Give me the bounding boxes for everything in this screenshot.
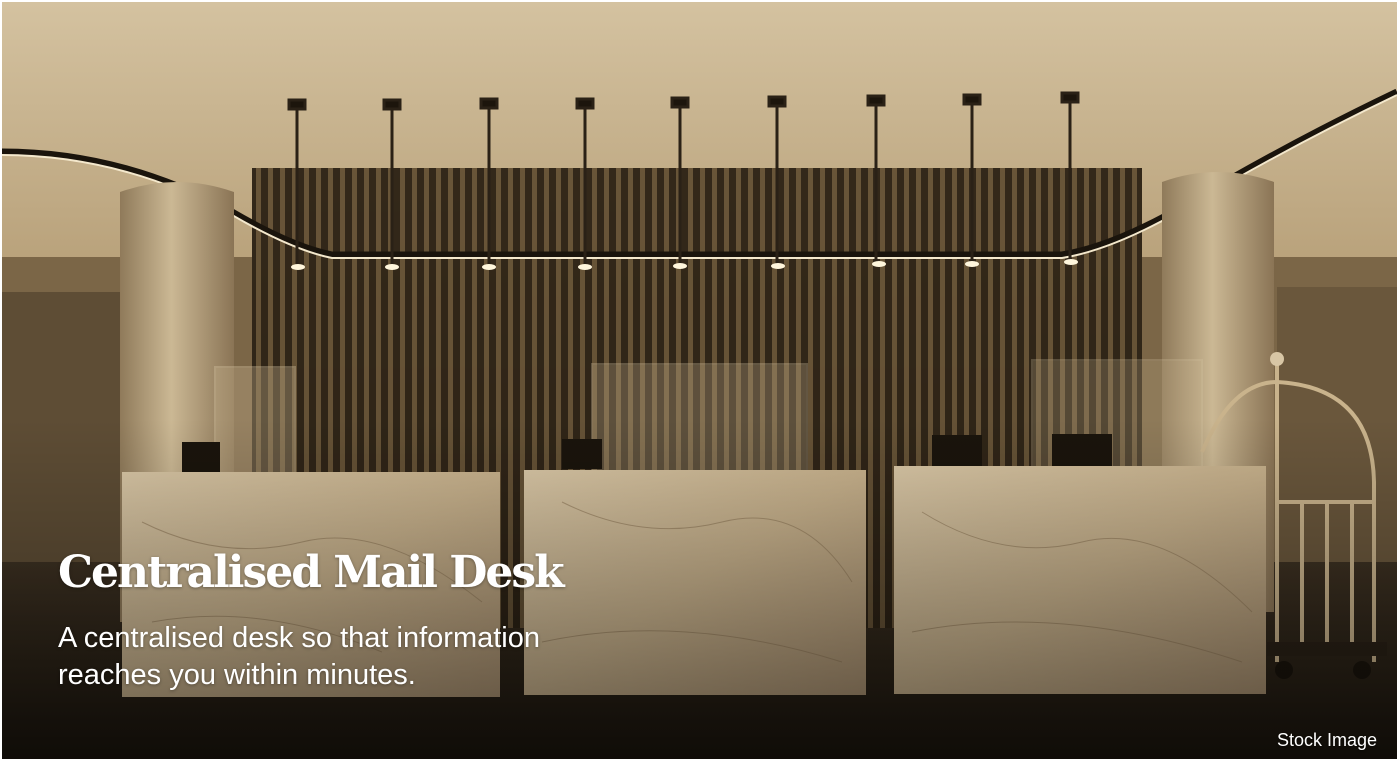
hero-description: A centralised desk so that information r…: [58, 622, 540, 691]
hero-banner: Centralised Mail Desk A centralised desk…: [2, 2, 1397, 759]
hero-caption: Centralised Mail Desk A centralised desk…: [58, 542, 698, 694]
hero-title: Centralised Mail Desk: [58, 547, 565, 598]
stock-image-label: Stock Image: [1276, 730, 1377, 750]
